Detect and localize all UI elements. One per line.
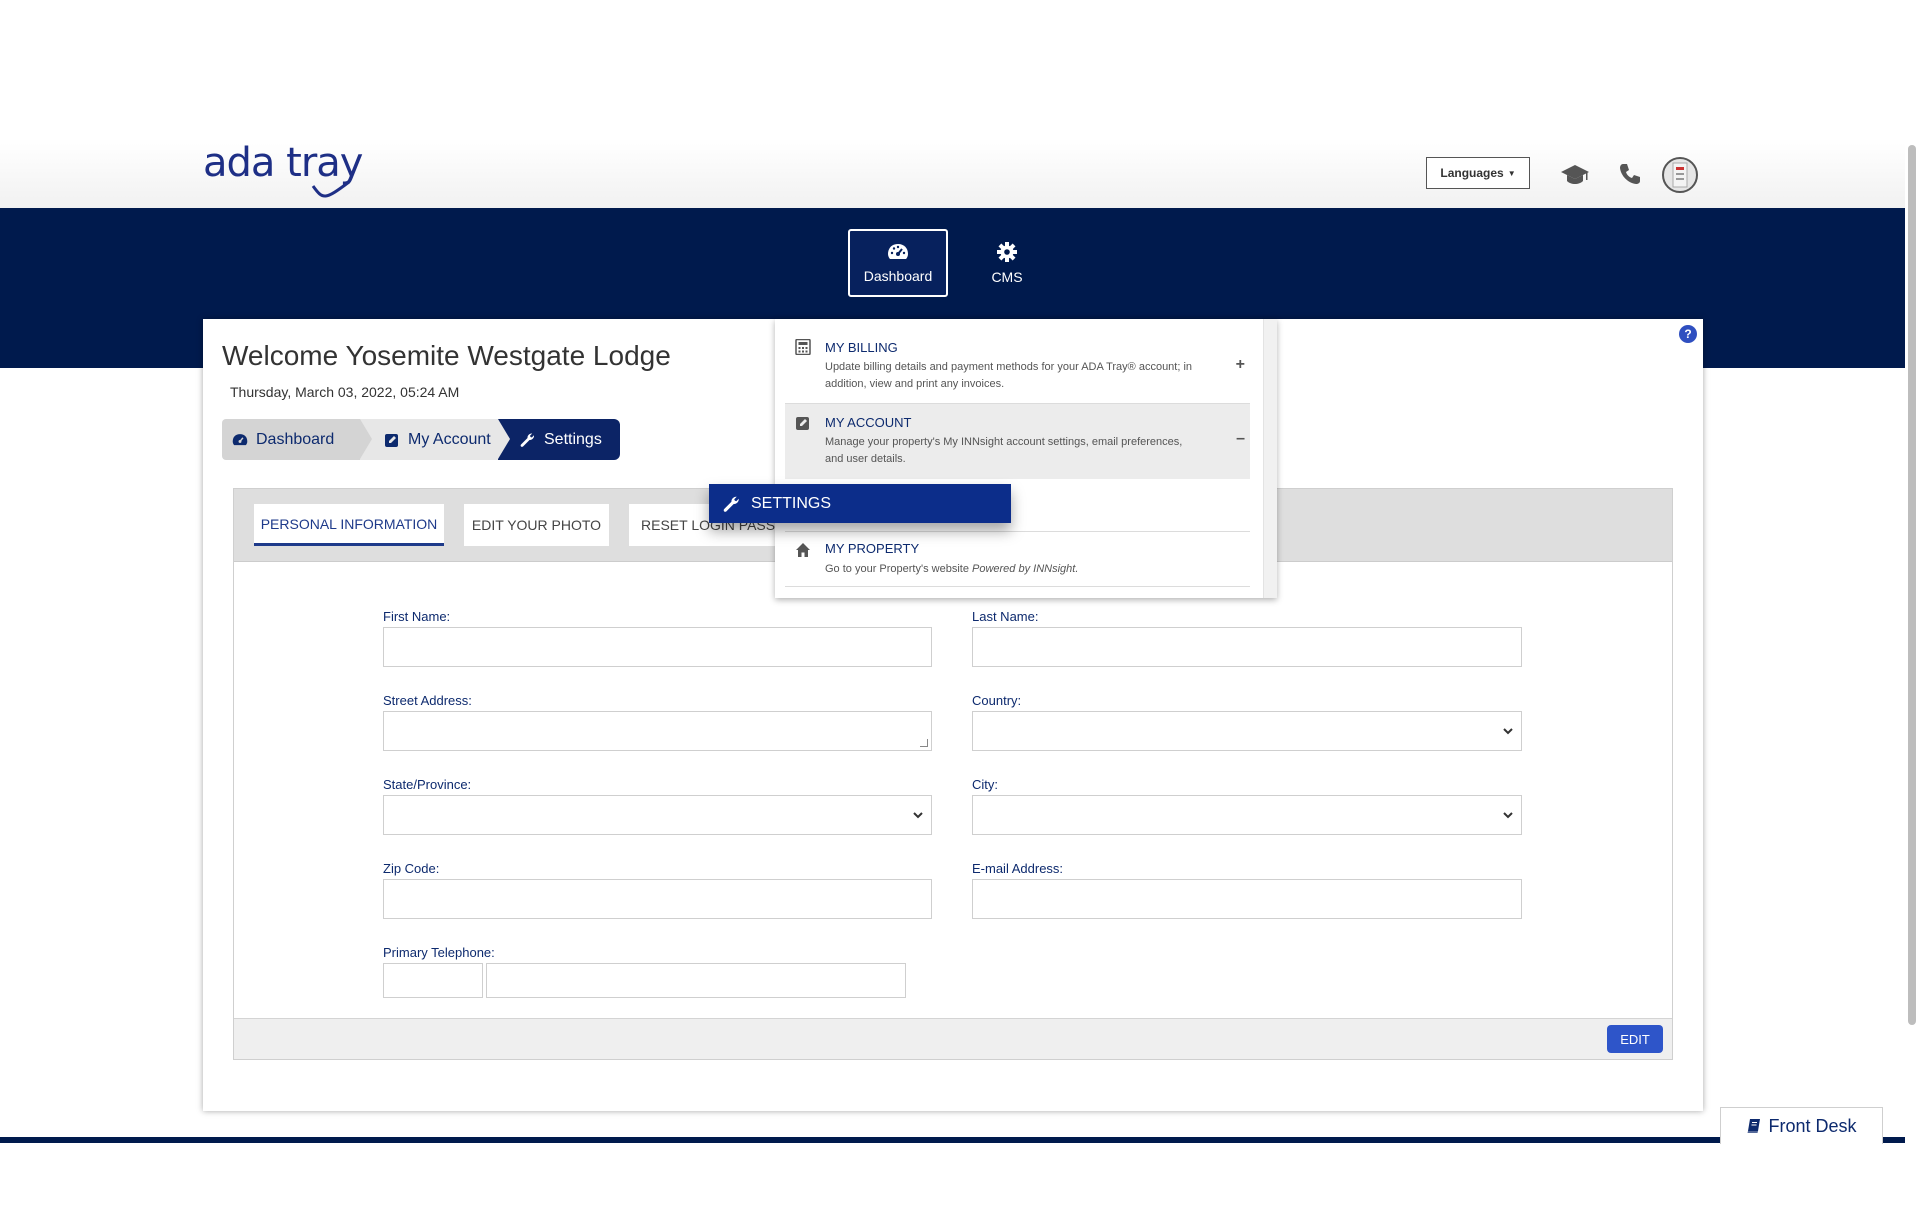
street-address-label: Street Address:: [383, 693, 472, 708]
city-label: City:: [972, 777, 998, 792]
page-scrollbar[interactable]: [1908, 145, 1916, 1025]
menu-item-my-billing-desc: Update billing details and payment metho…: [825, 361, 1193, 390]
front-desk-label: Front Desk: [1768, 1115, 1857, 1136]
powered-by-innsight-text: Powered by INNsight.: [972, 563, 1079, 575]
settings-menu-label: SETTINGS: [751, 494, 832, 512]
zip-code-input[interactable]: [383, 879, 932, 919]
edit-icon: [385, 433, 398, 447]
menu-scrollbar[interactable]: [1263, 319, 1277, 598]
expand-icon[interactable]: +: [1236, 356, 1245, 374]
breadcrumb-settings-label: Settings: [544, 430, 602, 448]
chevron-down-icon: [913, 811, 923, 818]
last-name-label: Last Name:: [972, 609, 1039, 624]
nav-cms-label: CMS: [991, 269, 1023, 285]
svg-text:ada tray: ada tray: [203, 140, 363, 186]
help-icon[interactable]: ?: [1679, 325, 1697, 343]
footer-line: [0, 1137, 1905, 1143]
last-name-input[interactable]: [972, 627, 1522, 667]
settings-menu-item[interactable]: SETTINGS: [709, 484, 1011, 523]
menu-divider: [785, 586, 1250, 587]
tab-personal-information-label: PERSONAL INFORMATION: [260, 515, 438, 532]
wrench-icon: [723, 496, 739, 512]
email-address-label: E-mail Address:: [972, 861, 1064, 876]
book-icon: [1747, 1119, 1761, 1133]
caret-down-icon: ▼: [1507, 168, 1516, 178]
breadcrumb: Dashboard My Account Settings: [222, 419, 620, 460]
menu-divider: [785, 531, 1250, 532]
nav-dashboard[interactable]: Dashboard: [848, 229, 948, 297]
edit-icon: [796, 417, 809, 430]
languages-label: Languages: [1440, 166, 1504, 180]
nav-cms[interactable]: CMS: [957, 229, 1057, 297]
tab-edit-your-photo[interactable]: EDIT YOUR PHOTO: [464, 504, 609, 546]
menu-item-my-property-desc: Go to your Property's website Powered by…: [825, 561, 1195, 578]
languages-dropdown[interactable]: Languages ▼: [1426, 157, 1530, 189]
city-select[interactable]: [972, 795, 1522, 835]
menu-item-my-billing[interactable]: MY BILLING Update billing details and pa…: [785, 319, 1250, 402]
telephone-area-code-input[interactable]: [383, 963, 483, 998]
calculator-icon: [795, 339, 811, 355]
menu-item-my-property-title: MY PROPERTY: [825, 541, 920, 556]
resize-handle[interactable]: [920, 739, 928, 747]
avatar[interactable]: [1662, 157, 1698, 193]
zip-code-label: Zip Code:: [383, 861, 440, 876]
menu-item-my-account-desc: Manage your property's My INNsight accou…: [825, 436, 1183, 465]
dashboard-menu: MY BILLING Update billing details and pa…: [775, 319, 1277, 598]
telephone-number-input[interactable]: [486, 963, 906, 998]
country-select[interactable]: [972, 711, 1522, 751]
primary-telephone-label: Primary Telephone:: [383, 945, 495, 960]
breadcrumb-settings[interactable]: Settings: [498, 419, 620, 460]
dashboard-icon: [888, 244, 908, 259]
nav-dashboard-label: Dashboard: [863, 268, 933, 284]
edit-button[interactable]: EDIT: [1607, 1025, 1663, 1053]
collapse-icon[interactable]: –: [1236, 430, 1245, 448]
country-label: Country:: [972, 693, 1022, 708]
current-date: Thursday, March 03, 2022, 05:24 AM: [230, 384, 460, 400]
menu-item-my-property-desc-text: Go to your Property's website: [825, 563, 972, 575]
breadcrumb-my-account[interactable]: My Account: [360, 419, 510, 460]
first-name-input[interactable]: [383, 627, 932, 667]
home-icon: [796, 543, 810, 557]
chevron-down-icon: [1503, 727, 1513, 734]
menu-item-my-account-title: MY ACCOUNT: [825, 415, 912, 430]
state-province-label: State/Province:: [383, 777, 472, 792]
breadcrumb-my-account-label: My Account: [408, 430, 491, 448]
first-name-label: First Name:: [383, 609, 451, 624]
dashboard-icon: [232, 433, 248, 445]
email-address-input[interactable]: [972, 879, 1522, 919]
breadcrumb-dashboard[interactable]: Dashboard: [222, 419, 372, 460]
tab-edit-your-photo-label: EDIT YOUR PHOTO: [471, 517, 602, 533]
front-desk-button[interactable]: Front Desk: [1720, 1107, 1883, 1144]
tab-personal-information[interactable]: PERSONAL INFORMATION: [254, 504, 444, 546]
menu-item-my-account[interactable]: MY ACCOUNT Manage your property's My INN…: [785, 404, 1250, 479]
state-province-select[interactable]: [383, 795, 932, 835]
phone-icon[interactable]: [1615, 159, 1645, 189]
menu-item-my-billing-title: MY BILLING: [825, 340, 898, 355]
chevron-down-icon: [1503, 811, 1513, 818]
menu-item-my-property[interactable]: MY PROPERTY Go to your Property's websit…: [785, 533, 1250, 593]
breadcrumb-dashboard-label: Dashboard: [256, 430, 335, 448]
street-address-textarea[interactable]: [383, 711, 932, 751]
page-title: Welcome Yosemite Westgate Lodge: [222, 340, 671, 371]
graduation-cap-icon[interactable]: [1560, 159, 1590, 189]
panel-footer: EDIT: [234, 1018, 1672, 1059]
ada-tray-logo[interactable]: ada tray: [203, 140, 364, 204]
wrench-icon: [520, 433, 534, 447]
gear-icon: [997, 242, 1017, 262]
